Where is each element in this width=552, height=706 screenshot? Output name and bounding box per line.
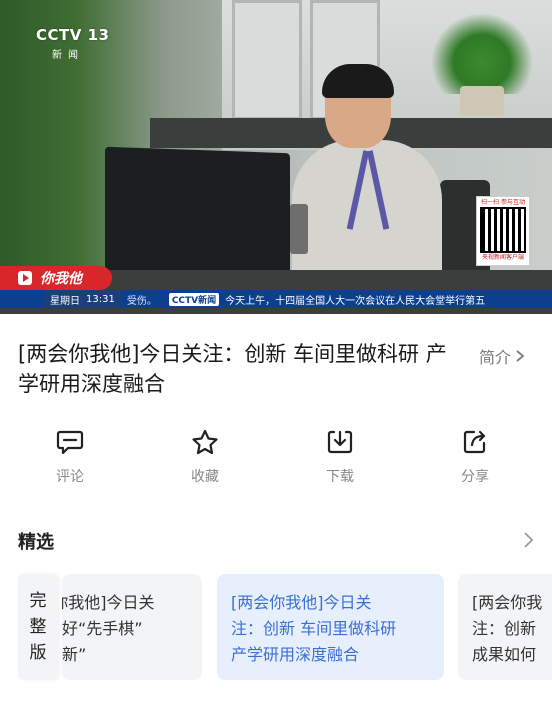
ticker-logo: CCTV新闻 xyxy=(168,292,220,306)
qr-code-icon xyxy=(480,207,526,253)
favorite-button[interactable]: 收藏 xyxy=(165,428,245,486)
video-player[interactable]: CCTV 13 新闻 扫一扫 参与互动 央视新闻客户端 你我他 星期日 13:3… xyxy=(0,0,552,314)
window-frame xyxy=(232,0,302,120)
ticker-day: 星期日 xyxy=(50,295,80,307)
ticker-time: 13:31 xyxy=(86,293,115,305)
card-title: [两会你我 注：创新 成果如何 xyxy=(472,593,543,664)
cup xyxy=(290,204,308,254)
person-hair xyxy=(322,64,394,98)
full-version-badge[interactable]: 完 整 版 xyxy=(18,574,58,680)
ticker-prev-text: 受伤。 xyxy=(126,295,157,307)
ticker-datetime: 星期日 13:31 xyxy=(44,290,121,308)
plant-pot xyxy=(460,86,504,116)
download-icon xyxy=(327,430,353,454)
video-title: [两会你我他]今日关注：创新 车间里做科研 产学研用深度融合 xyxy=(18,342,447,396)
featured-card-selected[interactable]: [两会你我他]今日关 注：创新 车间里做科研 产学研用深度融合 xyxy=(217,574,444,680)
qr-code-panel: 扫一扫 参与互动 央视新闻客户端 xyxy=(476,196,530,266)
share-label: 分享 xyxy=(461,469,489,485)
program-name: 你我他 xyxy=(40,271,82,287)
featured-card[interactable]: [两会你我他]今日关 注：下好“先手棋” 知识创新” xyxy=(62,574,202,680)
chevron-right-icon xyxy=(524,532,534,548)
full-version-label: 完 整 版 xyxy=(29,591,47,663)
play-icon xyxy=(16,269,34,287)
featured-title: 精选 xyxy=(18,532,54,553)
favorite-label: 收藏 xyxy=(191,469,219,485)
comment-label: 评论 xyxy=(56,469,84,485)
plant xyxy=(432,14,532,94)
featured-card[interactable]: [两会你我 注：创新 成果如何 xyxy=(458,574,552,680)
featured-more-button[interactable] xyxy=(520,530,536,554)
card-title: [两会你我他]今日关 注：下好“先手棋” 知识创新” xyxy=(62,593,155,664)
program-tag: 你我他 xyxy=(0,266,112,290)
featured-list[interactable]: [两会你我他]今日关 注：下好“先手棋” 知识创新” 完 整 版 [两会你我他]… xyxy=(0,574,552,682)
share-button[interactable]: 分享 xyxy=(435,428,515,486)
qr-title: 扫一扫 参与互动 xyxy=(481,199,525,206)
action-bar: 评论 收藏 下载 分享 xyxy=(0,428,552,492)
person-body xyxy=(292,140,442,290)
star-icon xyxy=(192,429,218,455)
channel-logo: CCTV 13 xyxy=(36,26,110,44)
card-title: [两会你我他]今日关 注：创新 车间里做科研 产学研用深度融合 xyxy=(231,593,397,664)
news-ticker: 星期日 13:31 受伤。 CCTV新闻 今天上午，十四届全国人大一次会议在人民… xyxy=(0,290,552,308)
download-button[interactable]: 下载 xyxy=(300,428,380,486)
ticker-text: 今天上午，十四届全国人大一次会议在人民大会堂举行第五 xyxy=(225,295,486,307)
channel-sub: 新闻 xyxy=(52,50,84,61)
download-label: 下载 xyxy=(326,469,354,485)
chevron-right-icon xyxy=(516,350,525,362)
share-icon xyxy=(463,430,486,454)
qr-caption: 央视新闻客户端 xyxy=(481,254,524,261)
intro-label: 简介 xyxy=(479,348,512,367)
comment-icon xyxy=(56,430,84,455)
comment-button[interactable]: 评论 xyxy=(30,428,110,486)
intro-button[interactable]: 简介 xyxy=(479,344,527,368)
